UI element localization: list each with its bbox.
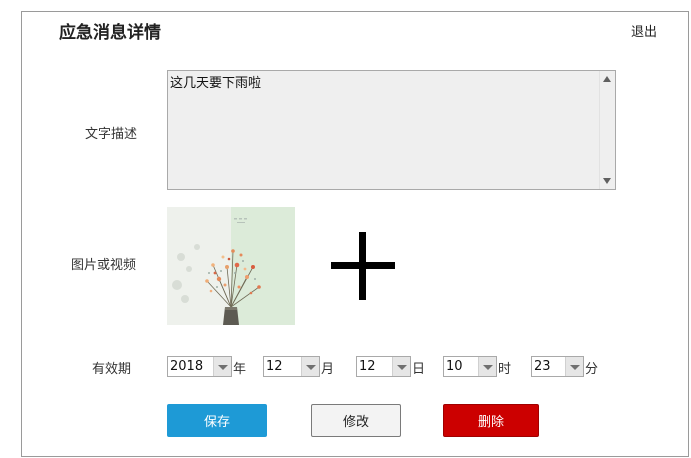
month-select[interactable]: 12 bbox=[263, 356, 320, 377]
day-select[interactable]: 12 bbox=[356, 356, 411, 377]
chevron-down-icon bbox=[483, 365, 493, 370]
minute-value: 23 bbox=[534, 359, 551, 374]
month-unit: 月 bbox=[321, 362, 335, 377]
description-textarea[interactable]: 这几天要下雨啦 bbox=[168, 71, 600, 189]
add-media-button[interactable] bbox=[329, 232, 397, 300]
exit-link[interactable]: 退出 bbox=[631, 21, 657, 40]
description-scrollbar[interactable] bbox=[599, 71, 615, 189]
plus-icon-stem bbox=[359, 232, 366, 300]
validity-label: 有效期 bbox=[92, 362, 132, 377]
minute-unit: 分 bbox=[585, 362, 599, 377]
chevron-down-icon bbox=[218, 365, 228, 370]
chevron-down-icon bbox=[397, 365, 407, 370]
delete-button[interactable]: 删除 bbox=[443, 404, 539, 437]
edit-button[interactable]: 修改 bbox=[311, 404, 401, 437]
year-select[interactable]: 2018 bbox=[167, 356, 232, 377]
hour-value: 10 bbox=[446, 359, 463, 374]
day-value: 12 bbox=[359, 359, 376, 374]
save-button[interactable]: 保存 bbox=[167, 404, 267, 437]
year-dropdown-button bbox=[213, 357, 231, 376]
month-value: 12 bbox=[266, 359, 283, 374]
description-label: 文字描述 bbox=[85, 127, 138, 142]
minute-dropdown-button bbox=[565, 357, 583, 376]
year-unit: 年 bbox=[233, 362, 247, 377]
minute-select[interactable]: 23 bbox=[531, 356, 584, 377]
year-value: 2018 bbox=[170, 359, 204, 374]
media-label: 图片或视频 bbox=[71, 258, 137, 273]
flower-vase-image bbox=[167, 207, 295, 325]
scroll-up-icon[interactable] bbox=[603, 76, 611, 82]
hour-select[interactable]: 10 bbox=[443, 356, 497, 377]
media-thumbnail[interactable] bbox=[167, 207, 295, 325]
month-dropdown-button bbox=[301, 357, 319, 376]
hour-dropdown-button bbox=[478, 357, 496, 376]
chevron-down-icon bbox=[570, 365, 580, 370]
description-box: 这几天要下雨啦 bbox=[167, 70, 616, 190]
day-dropdown-button bbox=[392, 357, 410, 376]
day-unit: 日 bbox=[412, 362, 426, 377]
page-title: 应急消息详情 bbox=[59, 23, 161, 43]
scroll-down-icon[interactable] bbox=[603, 178, 611, 184]
hour-unit: 时 bbox=[498, 362, 512, 377]
chevron-down-icon bbox=[306, 365, 316, 370]
